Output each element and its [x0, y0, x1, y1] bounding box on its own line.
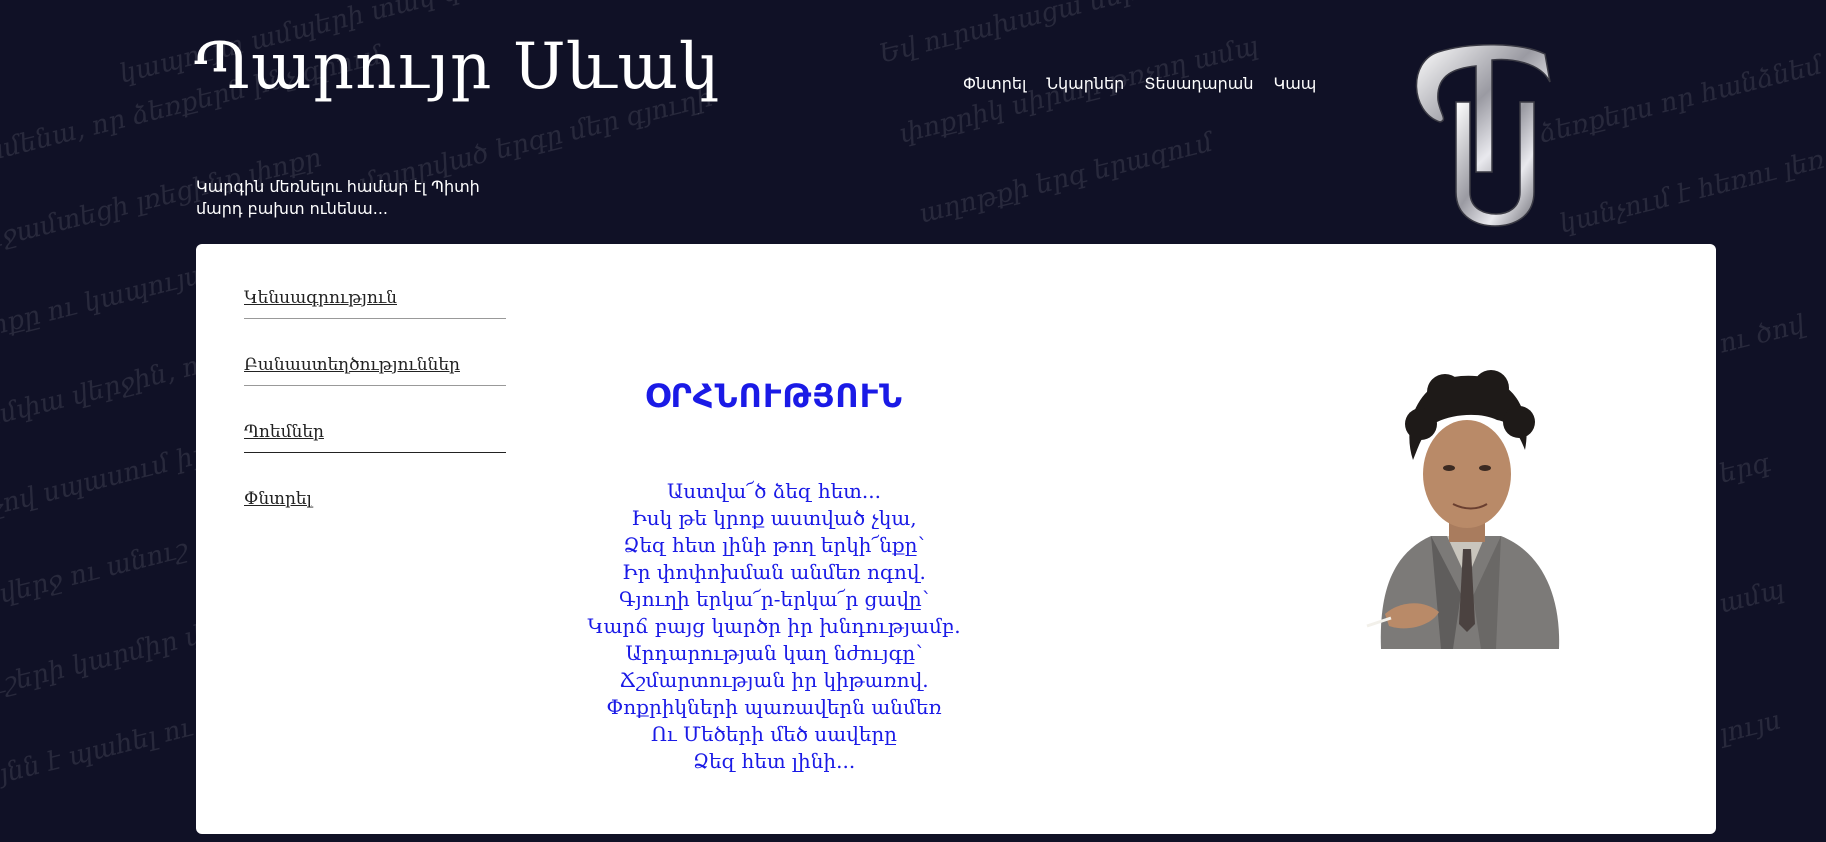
nav-pictures-link[interactable]: Նկարներ — [1046, 74, 1124, 93]
side-menu-search[interactable]: Փնտրել — [244, 489, 506, 519]
nav-videos-link[interactable]: Տեսադարան — [1144, 74, 1253, 93]
nav-contact-link[interactable]: Կապ — [1273, 74, 1316, 93]
poem-line: Ճշմարտության իր կիթառով. — [619, 668, 929, 692]
poem-line: Ու Մեծերի մեծ սավերը — [651, 722, 897, 746]
poem-line: Ձեզ հետ լինի թող երկի՜նքը՝ — [623, 533, 925, 557]
poem-line: Գյուղի երկա՜ր-երկա՜ր ցավը՝ — [619, 587, 929, 611]
poem-line: Իր փոփոխման անմեռ ոգով. — [622, 560, 926, 584]
poem-title: ՕՐՀՆՈՒԹՅՈՒՆ — [645, 377, 903, 415]
site-tagline: Կարգին մեռնելու համար էլ Պիտի մարդ բախտ … — [196, 177, 480, 218]
side-menu-poems-short[interactable]: Բանաստեղծություններ — [244, 355, 506, 386]
poem-text: Աստվա՜ծ ձեզ հետ... Իսկ թե կրոք աստված չկ… — [536, 478, 1012, 775]
poem-line: Իսկ թե կրոք աստված չկա, — [631, 506, 917, 530]
content-panel: Կենսագրություն Բանաստեղծություններ Պոեմն… — [196, 244, 1716, 834]
side-menu-biography[interactable]: Կենսագրություն — [244, 288, 506, 319]
poem-line: Ձեզ հետ լինի... — [692, 749, 856, 773]
poem-line: Արդարության կաղ նժույգը՝ — [625, 641, 923, 665]
poem-line: Կարճ բայց կարծր իր խնդությամբ. — [587, 614, 961, 638]
poem-line: Փոքրիկների պառավերն անմեռ — [606, 695, 942, 719]
side-menu: Կենսագրություն Բանաստեղծություններ Պոեմն… — [244, 288, 506, 555]
top-navigation: Փնտրել Նկարներ Տեսադարան Կապ — [963, 74, 1316, 93]
side-menu-poems-long[interactable]: Պոեմներ — [244, 422, 506, 453]
poet-portrait-image — [1366, 370, 1560, 649]
ps-monogram-logo[interactable] — [1400, 42, 1560, 227]
nav-search-link[interactable]: Փնտրել — [963, 74, 1026, 93]
poem-line: Աստվա՜ծ ձեզ հետ... — [667, 479, 881, 503]
site-title: Պարույր Սևակ — [194, 30, 721, 104]
